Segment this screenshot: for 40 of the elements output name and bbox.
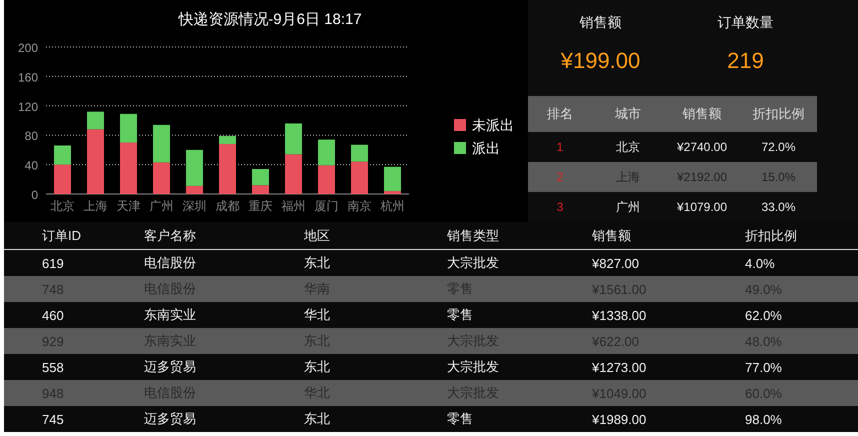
chart-title: 快递资源情况-9月6日 18:17 [178,10,362,30]
bar [318,165,335,194]
table-cell: 2 [528,162,592,192]
axis-label: 200 [18,41,38,55]
axis-label: 厦门 [314,199,338,213]
axis-label: 广州 [150,199,174,213]
axis-label: 南京 [348,199,372,213]
table-cell: 15.0% [740,162,817,192]
axis-label: 北京 [50,199,74,213]
axis-label: 重庆 [248,199,272,213]
axis-label: 上海 [84,199,108,213]
axis-label: 杭州 [380,199,404,213]
table-cell: 上海 [592,162,664,192]
axis-label: 0 [31,188,38,202]
kpi-label: 销售额 [580,14,622,32]
axis-label: 160 [18,70,38,84]
bar [153,124,170,162]
axis-label: 天津 [116,199,140,213]
bar [285,123,302,154]
column-header: 排名 [528,96,592,132]
axis-label: 40 [24,158,38,173]
kpi-value: ¥199.00 [560,48,640,74]
kpi-label: 订单数量 [718,14,774,32]
axis-label: 80 [24,129,38,144]
legend-label: 未派出 [472,117,514,133]
legend-swatch [454,142,466,154]
axis-label: 深圳 [182,199,206,213]
table-cell: ¥2192.00 [664,162,740,192]
axis-label: 120 [18,100,38,114]
axis-label: 成都 [216,199,240,213]
column-header: 销售额 [664,96,740,132]
legend-swatch [454,119,466,131]
column-header: 折扣比例 [740,96,817,132]
axis-label: 福州 [282,199,306,213]
bar [285,154,302,194]
kpi-value: 219 [727,48,764,74]
column-header: 城市 [592,96,664,132]
bar [318,140,335,166]
bar [153,162,170,194]
legend-label: 派出 [472,140,500,156]
